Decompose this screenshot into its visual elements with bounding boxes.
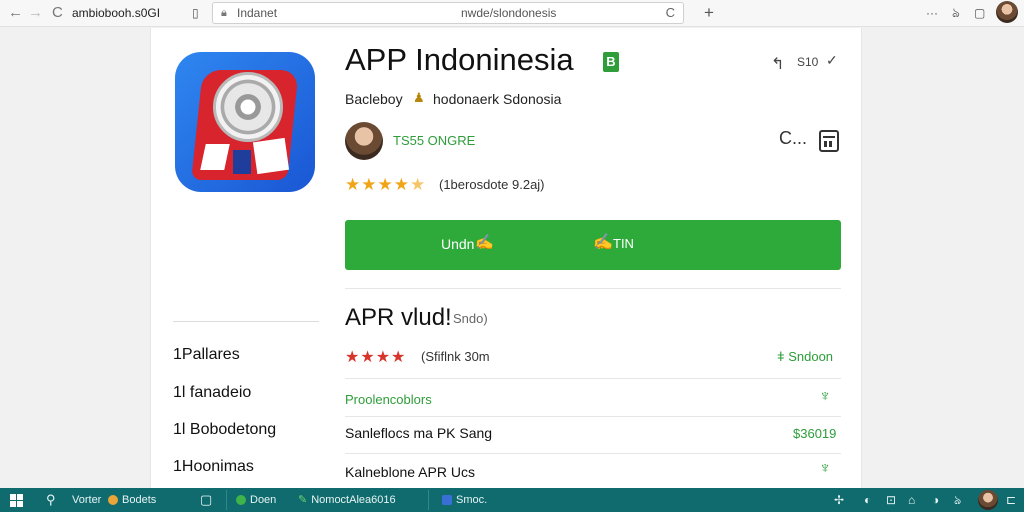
developer-label: Bacleboy: [345, 91, 403, 107]
install-secondary-label: TIN: [613, 236, 634, 251]
check-icon[interactable]: ✓: [826, 52, 838, 69]
developer-link[interactable]: TS55 ONGRE: [393, 133, 475, 148]
section-rating-stars: ★★★★: [345, 347, 406, 367]
sound-icon[interactable]: ঌ: [954, 488, 961, 512]
smoc-app-icon: [442, 495, 452, 506]
app-icon-play-block: [252, 137, 290, 175]
share-icon[interactable]: ↰: [771, 54, 784, 74]
download-icon[interactable]: ♆: [819, 388, 831, 406]
install-label: Undn: [441, 236, 475, 252]
tray-icon-2[interactable]: ◐: [864, 488, 871, 512]
bodets-app-icon: [108, 495, 118, 506]
taskbar-app-smoc-label: Smoc.: [456, 494, 488, 506]
sidebar-item-hoonimas[interactable]: 1Hoonimas: [173, 458, 254, 476]
search-box[interactable]: Vorter: [72, 488, 101, 512]
share-count: S10: [797, 55, 819, 69]
forward-icon[interactable]: →: [28, 0, 43, 26]
verified-badge-icon: B: [603, 52, 619, 72]
section-title: APR vlud!: [345, 304, 452, 331]
profile-avatar[interactable]: [996, 1, 1018, 23]
section-link[interactable]: ǂ Sndoon: [777, 349, 833, 364]
row-divider: [345, 453, 841, 454]
price-label: $36019: [793, 426, 837, 441]
section-stars-filled: ★★★★: [345, 349, 407, 366]
taskbar-app-nomoct-label: NomoctAlea6016: [311, 494, 396, 506]
pen-icon: ✎: [298, 494, 308, 506]
sidebar-item-fanadeio[interactable]: 1l fanadeio: [173, 384, 251, 402]
site-label: Indanet: [237, 6, 278, 20]
taskbar-separator: [428, 490, 429, 510]
taskbar-app-smoc[interactable]: Smoc.: [442, 488, 487, 512]
rating-stars-filled: ★★★★: [345, 175, 410, 194]
search-icon[interactable]: ⚲: [46, 488, 56, 512]
tray-icon-4[interactable]: ⌂: [908, 488, 915, 512]
phone-icon[interactable]: C...: [779, 128, 807, 149]
row-divider: [345, 378, 841, 379]
sidebar-item-pallares[interactable]: 1Pallares: [173, 346, 240, 364]
review-count: (1berosdote 9.2aj): [439, 177, 545, 192]
new-tab-icon[interactable]: +: [704, 0, 714, 26]
developer-icon: ♟: [413, 90, 425, 105]
tray-icon-3[interactable]: ⊡: [886, 488, 896, 512]
task-view-icon[interactable]: ▢: [200, 488, 212, 512]
taskbar: ⚲ Vorter Bodets ▢ Doen ✎ NomoctAlea6016 S…: [0, 488, 1024, 512]
list-item-proolencoblors[interactable]: Proolencoblors: [345, 392, 432, 407]
download-icon[interactable]: ♆: [819, 460, 831, 478]
rating-star-half: ★: [409, 175, 427, 194]
user-avatar[interactable]: [978, 490, 998, 510]
taskbar-app-nomoct[interactable]: ✎ NomoctAlea6016: [298, 488, 396, 512]
app-detail-card: APP Indoninesia B ↰ S10 ✓ Bacleboy ♟ hod…: [150, 28, 862, 488]
hand-icon-secondary: ✍: [593, 234, 613, 251]
developer-name[interactable]: hodonaerk Sdonosia: [433, 91, 561, 107]
show-desktop-icon[interactable]: ⊏: [1006, 488, 1016, 512]
tray-icon-1[interactable]: ✢: [834, 488, 844, 512]
windows-start-icon[interactable]: [10, 494, 23, 507]
app-icon: [175, 52, 315, 192]
bookmark-icon[interactable]: ▯: [192, 0, 199, 26]
page-info-icon[interactable]: 🔒︎: [221, 3, 227, 23]
row-divider: [345, 416, 841, 417]
hand-icon: ✍: [475, 234, 494, 251]
taskbar-app-bodets-label: Bodets: [122, 494, 157, 506]
rating-stars: ★★★★★: [345, 175, 426, 195]
app-title: APP Indoninesia: [345, 42, 574, 77]
taskbar-app-doen[interactable]: Doen: [236, 488, 276, 512]
refresh-icon[interactable]: C: [666, 3, 675, 23]
list-item-kalneblone[interactable]: Kalneblone APR Ucs: [345, 464, 475, 480]
section-subtitle: Sndo): [453, 311, 488, 326]
calendar-icon[interactable]: [819, 130, 839, 152]
address-bar[interactable]: 🔒︎ Indanet nwde/slondonesis C: [212, 2, 684, 24]
browser-tab-title[interactable]: ambiobooh.s0GI: [72, 0, 160, 26]
sidebar-item-bobodetong[interactable]: 1l Bobodetong: [173, 421, 276, 439]
sidebar-divider: [173, 321, 319, 322]
taskbar-separator: [226, 490, 227, 510]
section-divider: [345, 288, 841, 289]
doen-app-icon: [236, 495, 246, 506]
developer-avatar[interactable]: [345, 122, 383, 160]
menu-icon[interactable]: ···: [926, 0, 938, 26]
section-rating-meta: (Sfiflnk 30m: [421, 349, 490, 364]
profile-window-icon[interactable]: ▢: [974, 0, 985, 26]
extension-icon[interactable]: ঌ: [952, 0, 960, 26]
clock-icon[interactable]: ◑: [932, 488, 939, 512]
list-item-sanleflocs[interactable]: Sanleflocs ma PK Sang: [345, 425, 492, 441]
back-icon[interactable]: ←: [8, 0, 23, 26]
reload-icon[interactable]: C: [52, 0, 63, 26]
taskbar-app-bodets[interactable]: Bodets: [108, 488, 156, 512]
install-button[interactable]: Undn ✍ ✍ TIN: [345, 220, 841, 270]
app-icon-target: [213, 72, 283, 142]
url-text[interactable]: nwde/slondonesis: [461, 3, 556, 23]
app-icon-blue-block: [233, 150, 251, 174]
taskbar-app-doen-label: Doen: [250, 494, 277, 506]
browser-toolbar: ← → C ambiobooh.s0GI ▯ 🔒︎ Indanet nwde/s…: [0, 0, 1024, 27]
